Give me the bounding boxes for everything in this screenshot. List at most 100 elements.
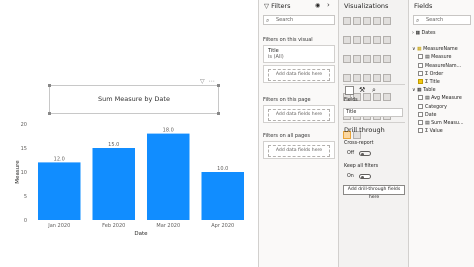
y-tick-label: 15 [21, 146, 27, 152]
filters-search-input[interactable]: ⌕ Search [263, 15, 335, 25]
visual-type-icon[interactable] [363, 55, 371, 63]
visual-type-icon[interactable] [383, 17, 391, 25]
data-label: 18.0 [163, 128, 174, 134]
field-checkbox[interactable] [418, 120, 423, 126]
cross-report-label: Cross-report [344, 141, 374, 146]
resize-handle[interactable] [217, 84, 220, 87]
visual-type-icon[interactable] [363, 74, 371, 82]
table-name: Dates [421, 31, 436, 36]
add-fields-drop[interactable]: Add data fields here [268, 109, 330, 121]
filters-title-label: Filters [271, 2, 291, 10]
x-axis-title: Date [134, 231, 148, 237]
page-drop-area[interactable]: Add data fields here [263, 105, 335, 123]
field-checkbox-checked[interactable] [418, 79, 423, 85]
visual-type-icon[interactable] [373, 74, 381, 82]
visual-type-icon[interactable] [353, 74, 361, 82]
field-item[interactable]: Date [412, 111, 464, 120]
bar[interactable] [37, 162, 81, 220]
measure-icon: ▤ [425, 55, 430, 61]
visual-type-icon[interactable] [383, 36, 391, 44]
field-checkbox[interactable] [418, 70, 423, 76]
bar[interactable] [92, 148, 136, 220]
collapse-icon[interactable]: › [327, 1, 330, 9]
filters-title: ▽ Filters [264, 2, 291, 10]
fields-search-placeholder: Search [426, 17, 444, 23]
visual-filters-section: Filters on this visual [263, 37, 313, 43]
field-item[interactable]: Σ Order [412, 70, 464, 79]
bar[interactable] [146, 133, 190, 220]
resize-handle[interactable] [217, 112, 220, 115]
add-drillthrough-fields[interactable]: Add drill-through fields here [343, 185, 405, 200]
field-well-value[interactable]: Title [343, 108, 403, 117]
visual-type-icon[interactable] [343, 74, 351, 82]
field-item[interactable]: MeasureNam... [412, 62, 464, 71]
visual-type-icon[interactable] [373, 36, 381, 44]
visual-type-icon[interactable] [343, 36, 351, 44]
resize-handle[interactable] [48, 112, 51, 115]
field-checkbox[interactable] [418, 95, 423, 101]
visual-type-icon[interactable] [343, 55, 351, 63]
add-fields-drop[interactable]: Add data fields here [268, 69, 330, 81]
field-item[interactable]: ▤ Sum Measu... [412, 120, 464, 128]
visual-type-icon[interactable] [353, 17, 361, 25]
cross-report-toggle[interactable] [359, 151, 371, 156]
resize-handle[interactable] [48, 84, 51, 87]
field-item[interactable]: Category [412, 103, 464, 112]
visual-type-icon[interactable] [363, 93, 371, 101]
data-label: 10.0 [217, 166, 228, 172]
table-name: MeasureName [423, 47, 458, 53]
y-tick-label: 5 [24, 194, 27, 200]
filter-icon[interactable]: ▽ [200, 78, 205, 85]
visual-drop-area[interactable]: Add data fields here [263, 65, 335, 83]
table-measurename[interactable]: ∨ ▦ MeasureName [412, 46, 464, 54]
sigma-icon: Σ [425, 129, 429, 135]
bar-chart[interactable]: 0 5 10 15 20 12.0 Jan 2020 15.0 Feb 2020 18.0 Mar … [0, 118, 258, 240]
field-checkbox[interactable] [418, 103, 423, 109]
table-icon: ▦ [417, 47, 422, 53]
visual-type-icon[interactable] [383, 74, 391, 82]
visual-type-icon[interactable] [373, 17, 381, 25]
keep-filters-toggle[interactable] [359, 174, 371, 179]
keep-filters-state: On [347, 174, 354, 179]
filter-card-title[interactable]: Title is (All) [263, 45, 335, 63]
eye-icon[interactable]: ◉ [315, 2, 320, 9]
add-fields-drop[interactable]: Add data fields here [268, 145, 330, 157]
keep-filters-label: Keep all filters [344, 164, 379, 169]
visual-type-icon[interactable] [383, 93, 391, 101]
visual-type-icon[interactable] [343, 17, 351, 25]
search-icon: ⌕ [416, 17, 420, 24]
field-item[interactable]: Σ Title [412, 79, 464, 87]
more-options-icon[interactable]: ⋯ [209, 78, 215, 85]
field-checkbox[interactable] [418, 62, 423, 68]
field-well-value-text: Title [346, 110, 357, 115]
visual-type-icon[interactable] [373, 55, 381, 63]
field-label: Sum Measu... [431, 121, 464, 127]
field-checkbox[interactable] [418, 128, 423, 134]
visual-type-icon[interactable] [363, 36, 371, 44]
visual-type-icon[interactable] [353, 55, 361, 63]
all-pages-drop-area[interactable]: Add data fields here [263, 141, 335, 159]
x-tick-label: Mar 2020 [156, 223, 180, 229]
visual-type-icon[interactable] [363, 17, 371, 25]
field-label: Order [429, 71, 444, 77]
search-icon: ⌕ [266, 17, 270, 24]
fields-search-input[interactable]: ⌕ Search [413, 15, 471, 25]
visual-type-icon[interactable] [353, 36, 361, 44]
analytics-tab-icon[interactable]: ⌕ [372, 86, 376, 95]
y-tick-label: 20 [21, 122, 27, 128]
calculator-icon: ▤ [425, 96, 430, 102]
fields-tab-icon[interactable] [345, 86, 354, 95]
table-table[interactable]: ∨ ▦ Table [412, 87, 464, 95]
table-dates[interactable]: › ▦ Dates [412, 30, 464, 38]
field-item[interactable]: ▤ Avg Measure [412, 95, 464, 103]
bar[interactable] [201, 172, 245, 220]
visual-type-icon[interactable] [383, 55, 391, 63]
format-tab-icon[interactable]: ⚒ [359, 86, 365, 94]
divider [343, 122, 405, 123]
report-canvas: ▽ ⋯ Sum Measure by Date 0 5 10 15 20 12.0 Jan 2… [0, 0, 258, 267]
field-item[interactable]: Σ Value [412, 128, 464, 136]
field-item[interactable]: ▤ Measure [412, 54, 464, 62]
title-card-visual[interactable]: Sum Measure by Date [48, 84, 220, 115]
field-checkbox[interactable] [418, 54, 423, 60]
field-checkbox[interactable] [418, 111, 423, 117]
